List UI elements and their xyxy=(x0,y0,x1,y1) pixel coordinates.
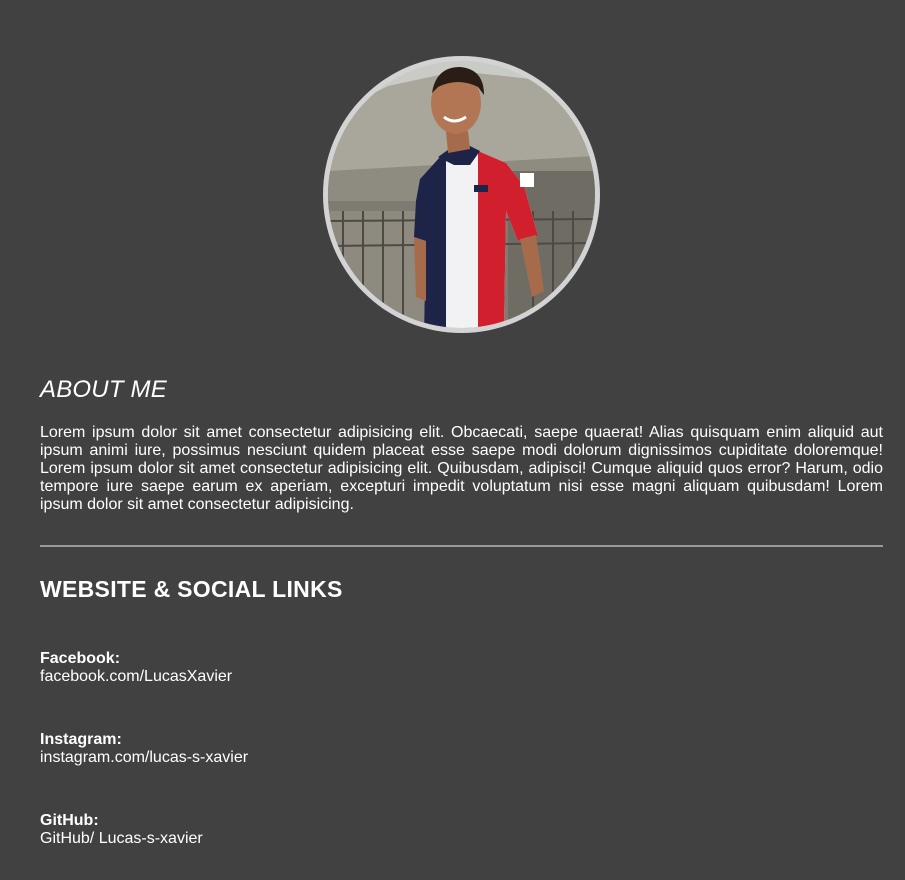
profile-photo xyxy=(328,61,595,328)
link-item-facebook: Facebook: facebook.com/LucasXavier xyxy=(40,650,232,686)
github-label: GitHub: xyxy=(40,812,99,829)
section-divider xyxy=(40,545,883,547)
about-title: ABOUT ME xyxy=(40,376,167,403)
link-item-instagram: Instagram: instagram.com/lucas-s-xavier xyxy=(40,731,248,767)
facebook-link[interactable]: facebook.com/LucasXavier xyxy=(40,668,232,686)
instagram-link[interactable]: instagram.com/lucas-s-xavier xyxy=(40,749,248,767)
link-item-github: GitHub: GitHub/ Lucas-s-xavier xyxy=(40,812,203,848)
instagram-label: Instagram: xyxy=(40,731,122,748)
avatar xyxy=(328,61,595,328)
about-text: Lorem ipsum dolor sit amet consectetur a… xyxy=(40,424,883,513)
links-title: WEBSITE & SOCIAL LINKS xyxy=(40,576,343,602)
avatar-frame xyxy=(323,56,600,333)
facebook-label: Facebook: xyxy=(40,650,121,667)
github-link[interactable]: GitHub/ Lucas-s-xavier xyxy=(40,830,203,848)
